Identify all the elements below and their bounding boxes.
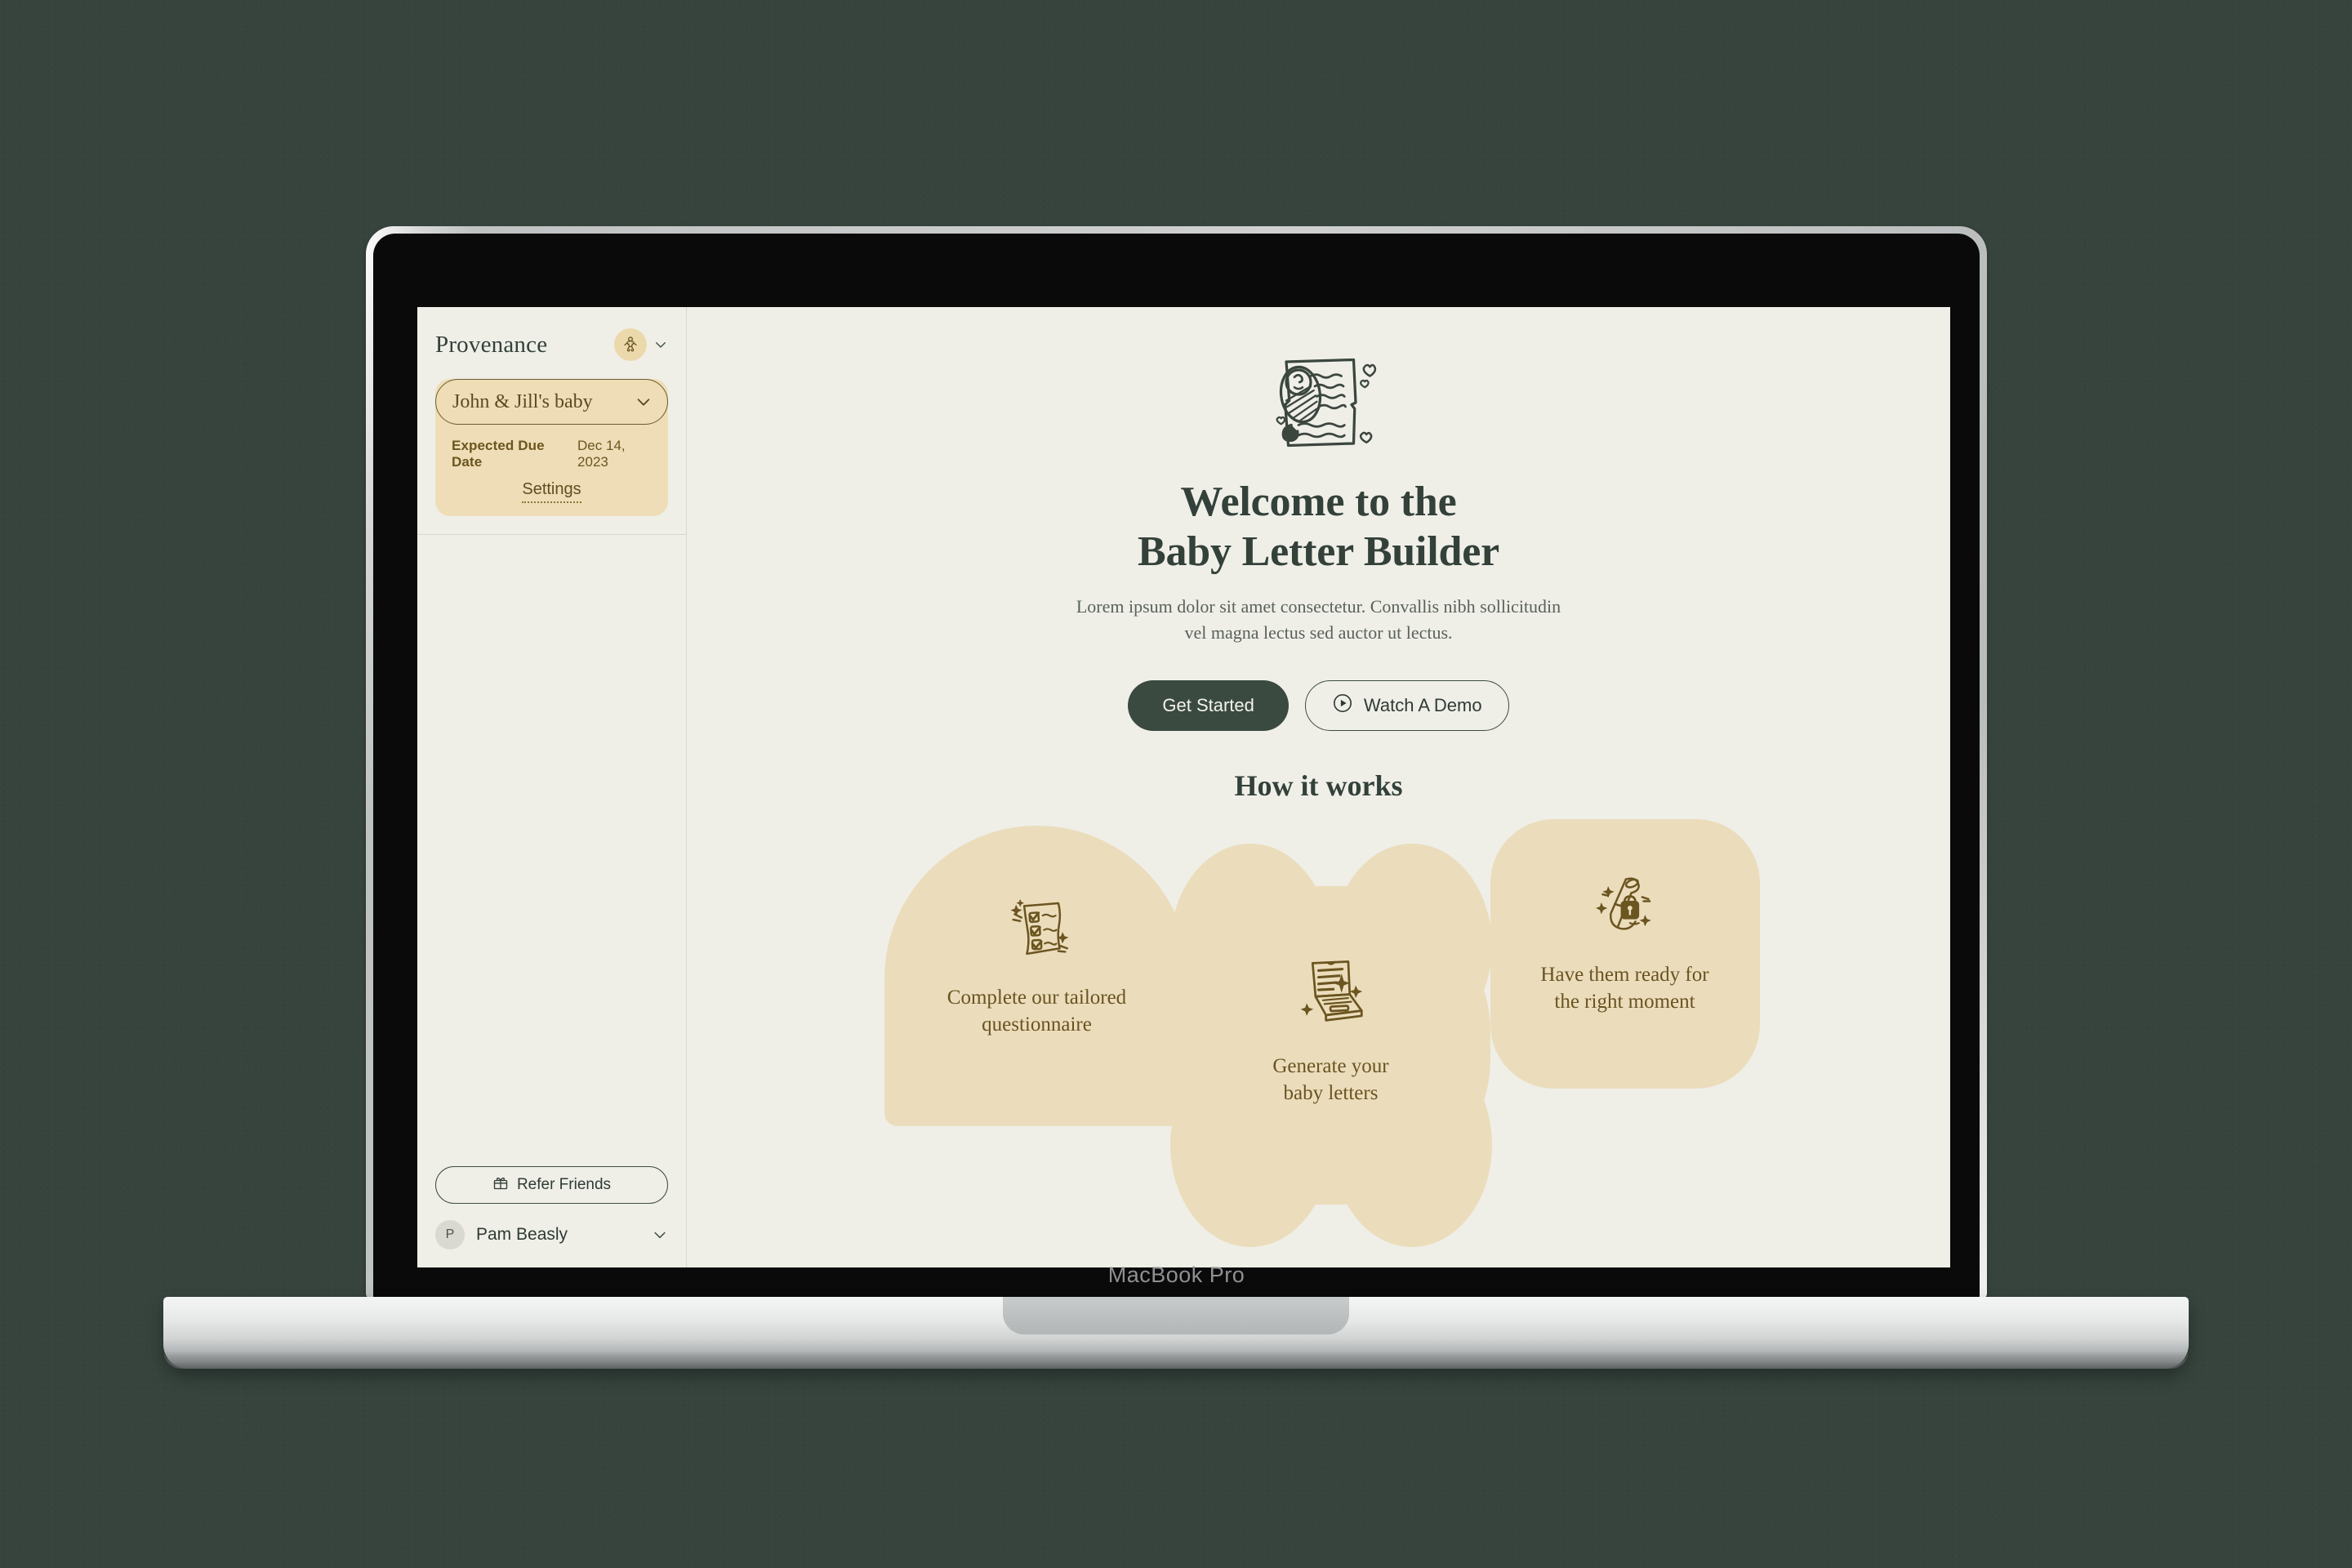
baby-icon[interactable] [614, 328, 647, 361]
project-selector[interactable]: John & Jill's baby [435, 379, 668, 425]
how-it-works-cards: Complete our tailored questionnaire Gene… [845, 811, 1793, 1247]
laptop-base [163, 1297, 2189, 1369]
due-date-value: Dec 14, 2023 [577, 438, 626, 470]
page-title-line1: Welcome to the [1180, 479, 1457, 525]
avatar: P [435, 1220, 465, 1250]
user-menu[interactable]: P Pam Beasly [435, 1220, 668, 1250]
settings-link-wrap: Settings [435, 470, 668, 503]
how-it-works-title: How it works [1234, 768, 1403, 802]
chevron-down-icon[interactable] [652, 1227, 668, 1243]
expected-due-date-row: Expected Due Date Dec 14, 2023 [435, 425, 668, 470]
chevron-down-icon[interactable] [635, 393, 653, 411]
macbook-pro-label: MacBook Pro [1107, 1263, 1245, 1287]
step-card-ready[interactable]: Have them ready for the right moment [1490, 818, 1760, 1089]
baby-letter-illustration [1258, 341, 1380, 464]
step-label-line1: Complete our tailored [947, 986, 1127, 1009]
refer-friends-label: Refer Friends [516, 1176, 612, 1193]
checklist-illustration [1000, 891, 1075, 966]
laptop-lid: Provenance John & Jill's baby Expected D… [366, 226, 1987, 1298]
step-card-generate[interactable]: Generate your baby letters [1169, 843, 1492, 1247]
step-label-line2: questionnaire [982, 1013, 1092, 1036]
project-card: John & Jill's baby Expected Due Date Dec… [435, 379, 668, 516]
due-date-label: Expected Due Date [452, 438, 545, 470]
project-name: John & Jill's baby [452, 390, 593, 412]
sidebar: Provenance John & Jill's baby Expected D… [417, 307, 687, 1267]
step-card-questionnaire[interactable]: Complete our tailored questionnaire [884, 825, 1190, 1126]
get-started-button[interactable]: Get Started [1128, 679, 1289, 731]
step-label-line2: baby letters [1283, 1082, 1379, 1104]
step-card-label: Generate your baby letters [1272, 1053, 1388, 1107]
main-content: Welcome to the Baby Letter Builder Lorem… [687, 307, 1950, 1267]
user-name: Pam Beasly [476, 1225, 568, 1244]
locked-scroll-illustration [1588, 870, 1663, 945]
laptop-illustration [1290, 950, 1372, 1031]
chevron-down-icon[interactable] [653, 337, 668, 352]
step-label-line1: Generate your [1272, 1054, 1389, 1077]
step-card-label: Complete our tailored questionnaire [947, 984, 1126, 1039]
sidebar-header: Provenance [417, 307, 686, 361]
sidebar-footer: Refer Friends P Pam Beasly [417, 1166, 686, 1267]
page-subtitle: Lorem ipsum dolor sit amet consectetur. … [1076, 595, 1561, 643]
step-label-line2: the right moment [1554, 991, 1695, 1013]
settings-link[interactable]: Settings [522, 480, 581, 503]
brand-title: Provenance [435, 331, 548, 358]
page-title: Welcome to the Baby Letter Builder [1138, 477, 1499, 577]
macbook-pro-mockup: Provenance John & Jill's baby Expected D… [0, 0, 2352, 1568]
gift-icon [492, 1174, 509, 1196]
page-title-line2: Baby Letter Builder [1138, 528, 1499, 576]
play-circle-icon [1332, 693, 1353, 719]
refer-friends-button[interactable]: Refer Friends [435, 1166, 668, 1204]
step-label-line1: Have them ready for [1540, 963, 1709, 986]
watch-demo-label: Watch A Demo [1363, 694, 1482, 715]
laptop-bezel: Provenance John & Jill's baby Expected D… [373, 234, 1980, 1298]
watch-demo-button[interactable]: Watch A Demo [1304, 679, 1509, 731]
app-screen: Provenance John & Jill's baby Expected D… [417, 307, 1950, 1267]
cta-row: Get Started Watch A Demo [1128, 679, 1509, 731]
step-card-label: Have them ready for the right moment [1540, 961, 1708, 1016]
